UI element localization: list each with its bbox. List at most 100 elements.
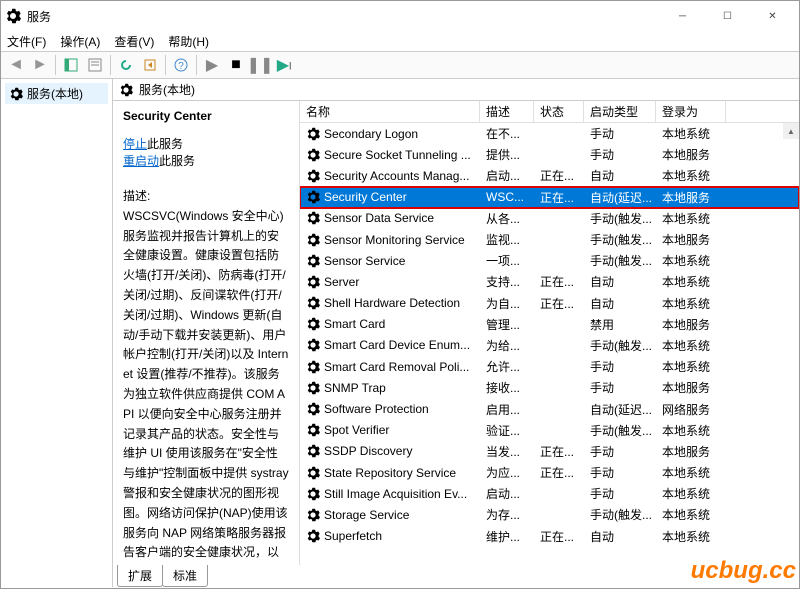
cell-desc: WSC...	[480, 190, 534, 204]
gear-icon	[306, 466, 320, 480]
cell-name: Sensor Data Service	[324, 211, 434, 225]
gear-icon	[306, 402, 320, 416]
cell-desc: 提供...	[480, 146, 534, 163]
col-header-name[interactable]: 名称	[300, 101, 480, 122]
service-row[interactable]: Software Protection启用...自动(延迟...网络服务	[300, 398, 799, 419]
detail-pane: Security Center 停止此服务 重启动此服务 描述: WSCSVC(…	[113, 101, 299, 565]
pause-button[interactable]: ❚❚	[249, 54, 271, 76]
stop-link[interactable]: 停止	[123, 137, 147, 151]
tab-standard[interactable]: 标准	[162, 565, 208, 587]
cell-desc: 为自...	[480, 295, 534, 312]
service-row[interactable]: Sensor Data Service从各...手动(触发...本地系统	[300, 208, 799, 229]
cell-desc: 启动...	[480, 485, 534, 502]
cell-desc: 启用...	[480, 401, 534, 418]
scroll-up-button[interactable]: ▲	[783, 123, 799, 139]
menu-action[interactable]: 操作(A)	[60, 33, 100, 50]
gear-icon	[306, 275, 320, 289]
show-hide-button[interactable]	[60, 54, 82, 76]
gear-icon	[306, 508, 320, 522]
gear-icon	[306, 190, 320, 204]
app-icon	[5, 8, 21, 24]
cell-start: 手动	[584, 485, 656, 502]
service-row[interactable]: Security CenterWSC...正在...自动(延迟...本地服务	[300, 187, 799, 208]
gear-icon	[306, 338, 320, 352]
cell-login: 本地系统	[656, 464, 726, 481]
service-row[interactable]: Server支持...正在...自动本地系统	[300, 271, 799, 292]
service-row[interactable]: Storage Service为存...手动(触发...本地系统	[300, 504, 799, 525]
service-row[interactable]: Superfetch维护...正在...自动本地系统	[300, 526, 799, 547]
cell-login: 本地服务	[656, 379, 726, 396]
restart-link[interactable]: 重启动	[123, 154, 159, 168]
tree-root-item[interactable]: 服务(本地)	[5, 83, 108, 104]
menu-file[interactable]: 文件(F)	[7, 33, 46, 50]
service-row[interactable]: Smart Card Removal Poli...允许...手动本地系统	[300, 356, 799, 377]
col-header-login[interactable]: 登录为	[656, 101, 726, 122]
cell-name: SNMP Trap	[324, 381, 386, 395]
cell-desc: 为给...	[480, 337, 534, 354]
menu-view[interactable]: 查看(V)	[114, 33, 154, 50]
col-header-status[interactable]: 状态	[534, 101, 584, 122]
cell-name: Sensor Monitoring Service	[324, 233, 465, 247]
gear-icon	[306, 169, 320, 183]
cell-desc: 支持...	[480, 273, 534, 290]
service-row[interactable]: Shell Hardware Detection为自...正在...自动本地系统	[300, 293, 799, 314]
cell-name: SSDP Discovery	[324, 444, 412, 458]
back-button[interactable]: ◄	[5, 54, 27, 76]
cell-login: 本地系统	[656, 252, 726, 269]
cell-name: Smart Card	[324, 317, 385, 331]
tab-extended[interactable]: 扩展	[117, 565, 163, 587]
help-button[interactable]: ?	[170, 54, 192, 76]
stop-button[interactable]: ■	[225, 54, 247, 76]
maximize-button[interactable]: ☐	[705, 2, 750, 30]
cell-desc: 一项...	[480, 252, 534, 269]
minimize-button[interactable]: ─	[660, 2, 705, 30]
cell-status: 正在...	[534, 464, 584, 481]
content-header: 服务(本地)	[113, 79, 799, 101]
cell-start: 自动	[584, 167, 656, 184]
list-pane: 名称 描述 状态 启动类型 登录为 ▲ Secondary Logon在不...…	[299, 101, 799, 565]
cell-name: Still Image Acquisition Ev...	[324, 487, 467, 501]
cell-name: Secondary Logon	[324, 127, 418, 141]
list-header: 名称 描述 状态 启动类型 登录为	[300, 101, 799, 123]
cell-name: Security Accounts Manag...	[324, 169, 469, 183]
cell-login: 本地系统	[656, 506, 726, 523]
cell-start: 手动	[584, 125, 656, 142]
service-row[interactable]: Smart Card管理...禁用本地服务	[300, 314, 799, 335]
cell-start: 手动(触发...	[584, 506, 656, 523]
gear-icon	[306, 148, 320, 162]
detail-desc-body: WSCSVC(Windows 安全中心)服务监视并报告计算机上的安全健康设置。健…	[123, 207, 289, 565]
restart-button[interactable]: ▶|	[273, 54, 295, 76]
service-row[interactable]: Security Accounts Manag...启动...正在...自动本地…	[300, 165, 799, 186]
gear-icon	[306, 317, 320, 331]
gear-icon	[306, 423, 320, 437]
tree-pane: 服务(本地)	[1, 79, 113, 587]
cell-status: 正在...	[534, 189, 584, 206]
service-row[interactable]: State Repository Service为应...正在...手动本地系统	[300, 462, 799, 483]
properties-button[interactable]	[84, 54, 106, 76]
cell-name: Software Protection	[324, 402, 429, 416]
cell-name: Secure Socket Tunneling ...	[324, 148, 471, 162]
col-header-desc[interactable]: 描述	[480, 101, 534, 122]
service-row[interactable]: Smart Card Device Enum...为给...手动(触发...本地…	[300, 335, 799, 356]
close-button[interactable]: ✕	[750, 2, 795, 30]
service-row[interactable]: Spot Verifier验证...手动(触发...本地系统	[300, 420, 799, 441]
gear-icon	[119, 83, 133, 97]
service-row[interactable]: Secondary Logon在不...手动本地系统	[300, 123, 799, 144]
cell-name: Sensor Service	[324, 254, 405, 268]
refresh-button[interactable]	[115, 54, 137, 76]
forward-button[interactable]: ►	[29, 54, 51, 76]
col-header-start[interactable]: 启动类型	[584, 101, 656, 122]
service-row[interactable]: SNMP Trap接收...手动本地服务	[300, 377, 799, 398]
cell-start: 自动	[584, 295, 656, 312]
service-row[interactable]: Sensor Monitoring Service监视...手动(触发...本地…	[300, 229, 799, 250]
cell-desc: 为应...	[480, 464, 534, 481]
menu-help[interactable]: 帮助(H)	[168, 33, 209, 50]
cell-login: 本地系统	[656, 337, 726, 354]
service-row[interactable]: Secure Socket Tunneling ...提供...手动本地服务	[300, 144, 799, 165]
service-row[interactable]: Still Image Acquisition Ev...启动...手动本地系统	[300, 483, 799, 504]
service-row[interactable]: SSDP Discovery当发...正在...手动本地服务	[300, 441, 799, 462]
play-button[interactable]: ▶	[201, 54, 223, 76]
service-row[interactable]: Sensor Service一项...手动(触发...本地系统	[300, 250, 799, 271]
export-button[interactable]	[139, 54, 161, 76]
cell-login: 本地服务	[656, 443, 726, 460]
